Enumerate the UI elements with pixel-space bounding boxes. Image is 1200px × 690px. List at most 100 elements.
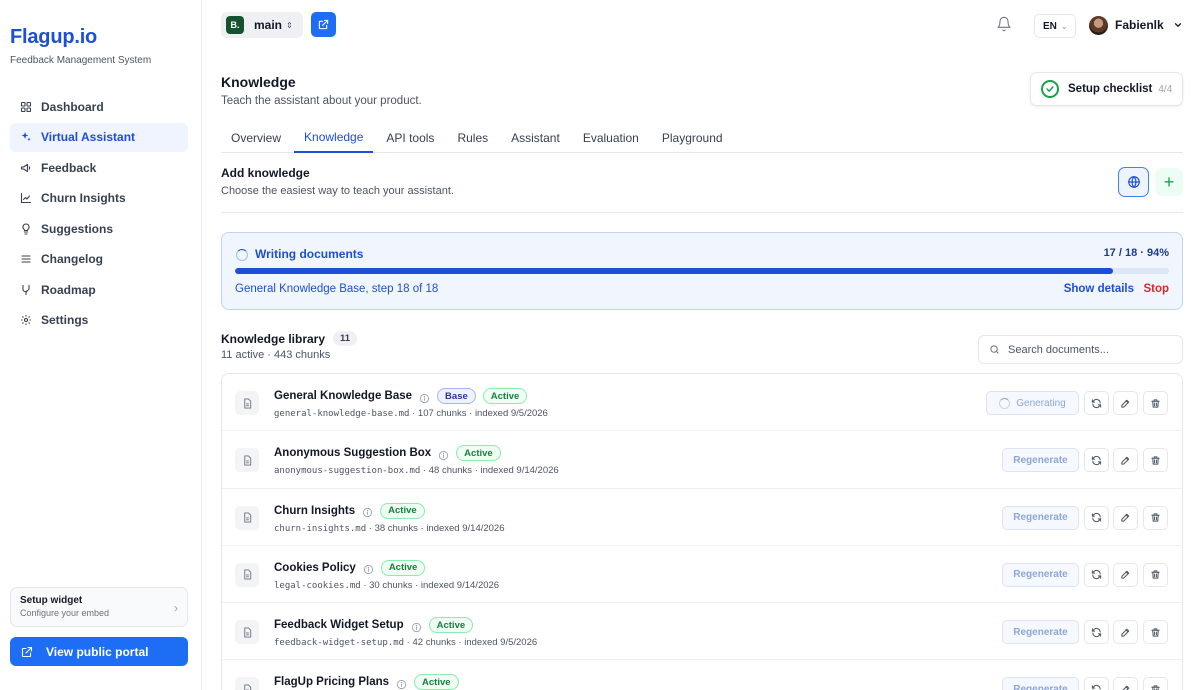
search-box[interactable] [978,335,1183,364]
setup-checklist-label: Setup checklist [1068,83,1153,95]
setup-widget-title: Setup widget [20,595,83,606]
sidebar-item-settings[interactable]: Settings [10,306,188,335]
tab-assistant[interactable]: Assistant [501,122,570,153]
add-document-button[interactable]: + [1155,168,1183,196]
chevron-right-icon: › [174,601,178,615]
delete-button[interactable] [1143,677,1168,690]
refresh-icon [1091,512,1102,523]
document-meta: churn-insights.md · 38 chunks · indexed … [274,523,505,534]
branch-selector[interactable]: B. main ⇕ [221,12,303,38]
regenerate-button[interactable]: Regenerate [1002,448,1079,473]
tab-rules[interactable]: Rules [447,122,498,153]
refresh-button[interactable] [1084,677,1109,690]
generating-button[interactable]: Generating [986,391,1079,415]
sidebar-item-churn-insights[interactable]: Churn Insights [10,184,188,213]
add-from-website-button[interactable] [1118,167,1149,197]
refresh-button[interactable] [1084,620,1109,645]
status-badge: Active [380,559,426,576]
sidebar-item-roadmap[interactable]: Roadmap [10,275,188,304]
grid-icon [20,101,32,113]
sidebar-item-label: Changelog [41,252,103,266]
setup-widget-subtitle: Configure your embed [20,608,110,618]
delete-button[interactable] [1143,391,1168,415]
status-badge: Active [380,502,425,519]
status-badge: Active [482,388,528,404]
sidebar-item-dashboard[interactable]: Dashboard [10,92,188,121]
edit-button[interactable] [1113,620,1138,645]
edit-button[interactable] [1113,505,1138,530]
language-selector[interactable]: EN ⌄ [1034,14,1076,38]
file-text-icon [235,391,259,415]
progress-bar-fill [235,268,1113,274]
chart-icon [20,192,32,204]
refresh-button[interactable] [1084,505,1109,530]
sidebar-item-suggestions[interactable]: Suggestions [10,214,188,243]
edit-button[interactable] [1113,391,1138,415]
document-name[interactable]: Feedback Widget Setup [274,619,404,631]
status-badge: Active [414,674,459,690]
refresh-icon [1091,455,1102,466]
tab-bar: Overview Knowledge API tools Rules Assistant… [221,122,1183,153]
regenerate-button[interactable]: Regenerate [1002,677,1079,690]
info-icon[interactable] [419,391,430,403]
regenerate-button[interactable]: Regenerate [1002,620,1079,645]
info-icon[interactable] [362,505,373,518]
info-icon[interactable] [396,677,407,690]
open-external-button[interactable] [311,12,336,37]
user-menu[interactable]: Fabienlk [1089,15,1183,35]
sidebar-item-changelog[interactable]: Changelog [10,245,188,274]
sparkles-icon [20,131,32,143]
edit-icon [1120,627,1131,638]
chevron-down-icon [1174,23,1181,27]
setup-widget-card[interactable]: Setup widget Configure your embed › [10,587,188,627]
view-public-portal-button[interactable]: View public portal [10,637,188,666]
tab-knowledge[interactable]: Knowledge [294,122,374,153]
tab-api-tools[interactable]: API tools [376,122,444,153]
document-name[interactable]: Anonymous Suggestion Box [274,447,431,459]
info-icon[interactable] [438,448,449,460]
delete-button[interactable] [1143,505,1168,530]
edit-button[interactable] [1113,677,1138,690]
library-count-badge: 11 [333,331,358,346]
document-name[interactable]: FlagUp Pricing Plans [274,676,389,688]
delete-button[interactable] [1143,562,1168,587]
tab-evaluation[interactable]: Evaluation [573,122,649,153]
sort-arrows-icon: ⇕ [286,20,293,30]
document-details: · 38 chunks · indexed 9/14/2026 [366,522,505,534]
info-icon[interactable] [411,620,422,632]
refresh-button[interactable] [1084,448,1109,473]
status-badge: Active [428,617,474,634]
refresh-button[interactable] [1084,391,1109,415]
delete-button[interactable] [1143,620,1168,645]
document-name[interactable]: General Knowledge Base [274,390,412,402]
regenerate-button[interactable]: Regenerate [1002,562,1079,587]
edit-icon [1120,569,1131,580]
trash-icon [1150,627,1161,638]
tab-playground[interactable]: Playground [652,122,733,153]
document-name[interactable]: Cookies Policy [274,562,356,574]
show-details-link[interactable]: Show details [1064,283,1134,295]
edit-button[interactable] [1113,448,1138,473]
sidebar-item-feedback[interactable]: Feedback [10,153,188,182]
brand-tagline: Feedback Management System [10,55,152,66]
info-icon[interactable] [363,562,374,575]
progress-track [235,268,1169,274]
sidebar-item-label: Settings [41,313,89,327]
tab-overview[interactable]: Overview [221,122,291,153]
sidebar-item-virtual-assistant[interactable]: Virtual Assistant [10,122,188,152]
document-list: General Knowledge Base Base Active general-… [221,373,1183,690]
trash-icon [1150,398,1161,409]
trash-icon [1150,512,1161,523]
delete-button[interactable] [1143,448,1168,473]
setup-checklist-button[interactable]: Setup checklist 4/4 [1030,72,1183,106]
branch-name: main [254,18,283,32]
bell-icon[interactable] [996,16,1012,32]
edit-button[interactable] [1113,562,1138,587]
document-name[interactable]: Churn Insights [274,505,355,517]
library-summary: 11 active · 443 chunks [221,349,331,361]
search-input[interactable] [1008,343,1178,356]
stop-button[interactable]: Stop [1143,283,1169,295]
regenerate-button[interactable]: Regenerate [1002,505,1079,530]
brand-logo[interactable]: Flagup.io [10,26,97,49]
refresh-button[interactable] [1084,562,1109,587]
